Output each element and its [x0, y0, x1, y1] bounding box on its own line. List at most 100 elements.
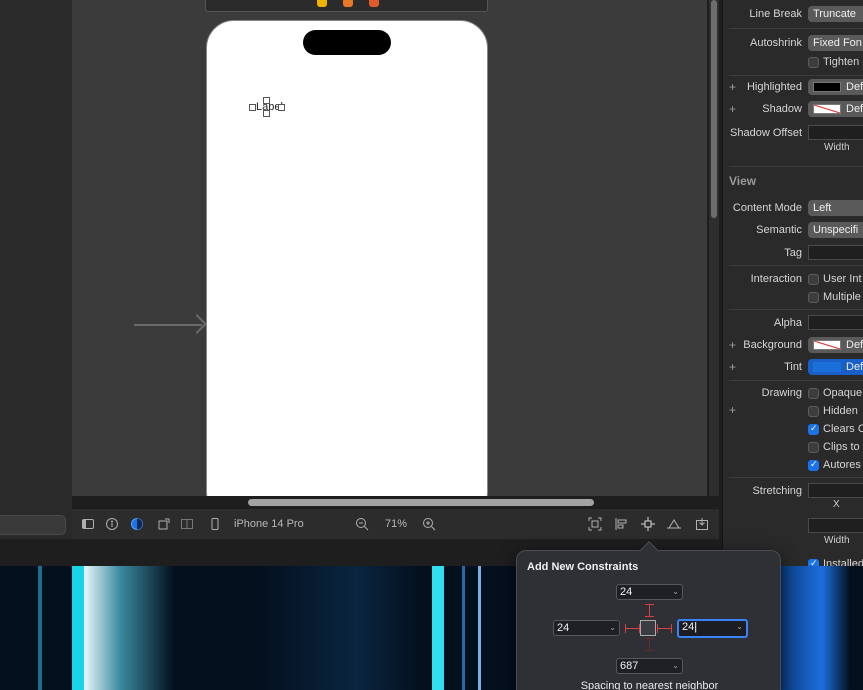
opaque-checkbox[interactable] — [808, 388, 819, 399]
align-icon[interactable] — [614, 517, 628, 531]
device-icon[interactable] — [208, 517, 222, 531]
add-variation-icon[interactable]: + — [729, 102, 736, 116]
zoom-in-icon[interactable] — [422, 517, 436, 531]
line-break-popup[interactable]: Truncate — [808, 6, 863, 22]
attributes-inspector: Line Break Truncate Autoshrink Fixed Fon… — [722, 0, 863, 566]
multiple-touch-label: Multiple — [823, 291, 861, 303]
toggle-outline-icon[interactable] — [81, 517, 95, 531]
tighten-checkbox[interactable] — [808, 57, 819, 68]
installed-checkbox[interactable] — [808, 558, 819, 566]
leading-constraint-strut[interactable] — [625, 628, 640, 629]
constraint-target-view — [640, 620, 656, 636]
first-responder-icon[interactable] — [343, 0, 353, 7]
line-break-value: Truncate — [813, 8, 857, 20]
top-constraint-field[interactable]: 24 ⌄ — [616, 584, 683, 600]
resize-handle-left[interactable] — [249, 104, 256, 111]
x-sublabel: X — [833, 499, 840, 510]
resolve-issues-icon[interactable] — [667, 517, 681, 531]
alpha-field[interactable] — [808, 315, 863, 330]
exit-icon[interactable] — [369, 0, 379, 7]
autoresize-checkbox[interactable] — [808, 459, 819, 471]
clips-to-bounds-label: Clips to — [823, 441, 860, 453]
tint-color-popup[interactable]: Def — [808, 359, 863, 375]
bottom-constraint-value: 687 — [620, 660, 639, 672]
canvas-horizontal-scrollbar[interactable] — [248, 499, 594, 506]
storyboard-canvas[interactable]: Label — [72, 0, 707, 496]
drawing-label: Drawing — [761, 387, 802, 399]
add-variation-icon[interactable]: + — [729, 338, 736, 352]
view-controller-icon[interactable] — [317, 0, 327, 7]
navigator-filter-field[interactable] — [0, 515, 66, 535]
iphone-scene[interactable]: Label — [206, 20, 488, 496]
user-interaction-label: User Int — [823, 273, 862, 285]
chevron-down-icon[interactable]: ⌄ — [736, 621, 743, 633]
clears-graphics-checkbox[interactable] — [808, 423, 819, 435]
entry-point-arrow-icon — [134, 324, 202, 326]
embed-in-icon[interactable] — [695, 517, 709, 531]
divider — [729, 265, 863, 266]
background-value: Def — [846, 339, 863, 351]
trailing-constraint-strut[interactable] — [657, 628, 672, 629]
resize-handle-right[interactable] — [278, 104, 285, 111]
shadow-label: Shadow — [762, 103, 802, 115]
zoom-out-icon[interactable] — [355, 517, 369, 531]
update-frames-icon[interactable] — [588, 517, 602, 531]
trailing-constraint-field[interactable]: 24| ⌄ — [677, 619, 748, 638]
add-variation-icon[interactable]: + — [729, 403, 736, 417]
installed-label: Installed — [823, 558, 863, 566]
leading-constraint-field[interactable]: 24 ⌄ — [553, 620, 620, 636]
tint-label: Tint — [784, 361, 802, 373]
content-mode-value: Left — [813, 202, 832, 214]
background-color-popup[interactable]: Def — [808, 337, 863, 353]
bottom-constraint-field[interactable]: 687 ⌄ — [616, 658, 683, 674]
clips-to-bounds-checkbox[interactable] — [808, 442, 819, 453]
chevron-down-icon[interactable]: ⌄ — [609, 621, 616, 635]
text-caret: | — [694, 621, 698, 633]
line-break-label: Line Break — [749, 8, 802, 20]
stretching-x-field[interactable]: 0 — [808, 483, 863, 498]
autoshrink-popup[interactable]: Fixed Fon — [808, 35, 863, 51]
add-variation-icon[interactable]: + — [729, 360, 736, 374]
resize-handle-top[interactable] — [263, 97, 270, 104]
orientation-icon[interactable] — [157, 517, 171, 531]
resize-handle-bottom[interactable] — [263, 110, 270, 117]
semantic-popup[interactable]: Unspecifi — [808, 222, 863, 238]
scrollbar-thumb[interactable] — [711, 0, 717, 218]
chevron-down-icon[interactable]: ⌄ — [672, 585, 679, 599]
accessibility-icon[interactable] — [105, 517, 119, 531]
popover-arrow — [639, 541, 659, 561]
content-mode-popup[interactable]: Left — [808, 200, 863, 216]
tighten-label: Tighten — [823, 56, 860, 68]
highlighted-color-popup[interactable]: Def — [808, 79, 863, 95]
shadow-color-popup[interactable]: Def — [808, 101, 863, 117]
hidden-checkbox[interactable] — [808, 406, 819, 417]
appearance-icon[interactable] — [130, 517, 144, 531]
chevron-down-icon[interactable]: ⌄ — [672, 659, 679, 673]
interaction-label: Interaction — [750, 273, 802, 285]
stretching-width-field[interactable]: 1 — [808, 518, 863, 533]
popover-title: Add New Constraints — [527, 561, 639, 573]
tint-value: Def — [846, 361, 863, 373]
content-mode-label: Content Mode — [732, 202, 802, 214]
autoshrink-label: Autoshrink — [750, 37, 802, 49]
shadow-offset-width-field[interactable]: 0 — [808, 125, 863, 140]
strut-cap — [645, 616, 654, 617]
add-constraints-icon[interactable] — [641, 517, 655, 531]
canvas-vertical-scrollbar[interactable] — [709, 0, 719, 496]
add-variation-icon[interactable]: + — [729, 80, 736, 94]
strut-cap — [645, 650, 654, 651]
tag-field[interactable] — [808, 245, 863, 260]
trailing-constraint-value: 24 — [682, 621, 695, 633]
split-view-icon[interactable] — [180, 517, 194, 531]
canvas-bottom-bar: iPhone 14 Pro 71% — [72, 508, 719, 539]
multiple-touch-checkbox[interactable] — [808, 292, 819, 303]
view-section-title: View — [729, 174, 757, 188]
navigator-panel — [0, 0, 72, 539]
user-interaction-checkbox[interactable] — [808, 274, 819, 285]
scene-dock — [205, 0, 488, 12]
opaque-label: Opaque — [823, 387, 863, 399]
device-selector[interactable]: iPhone 14 Pro — [234, 518, 304, 530]
background-label: Background — [743, 339, 802, 351]
tag-label: Tag — [784, 247, 802, 259]
shadow-value: Def — [846, 103, 863, 115]
